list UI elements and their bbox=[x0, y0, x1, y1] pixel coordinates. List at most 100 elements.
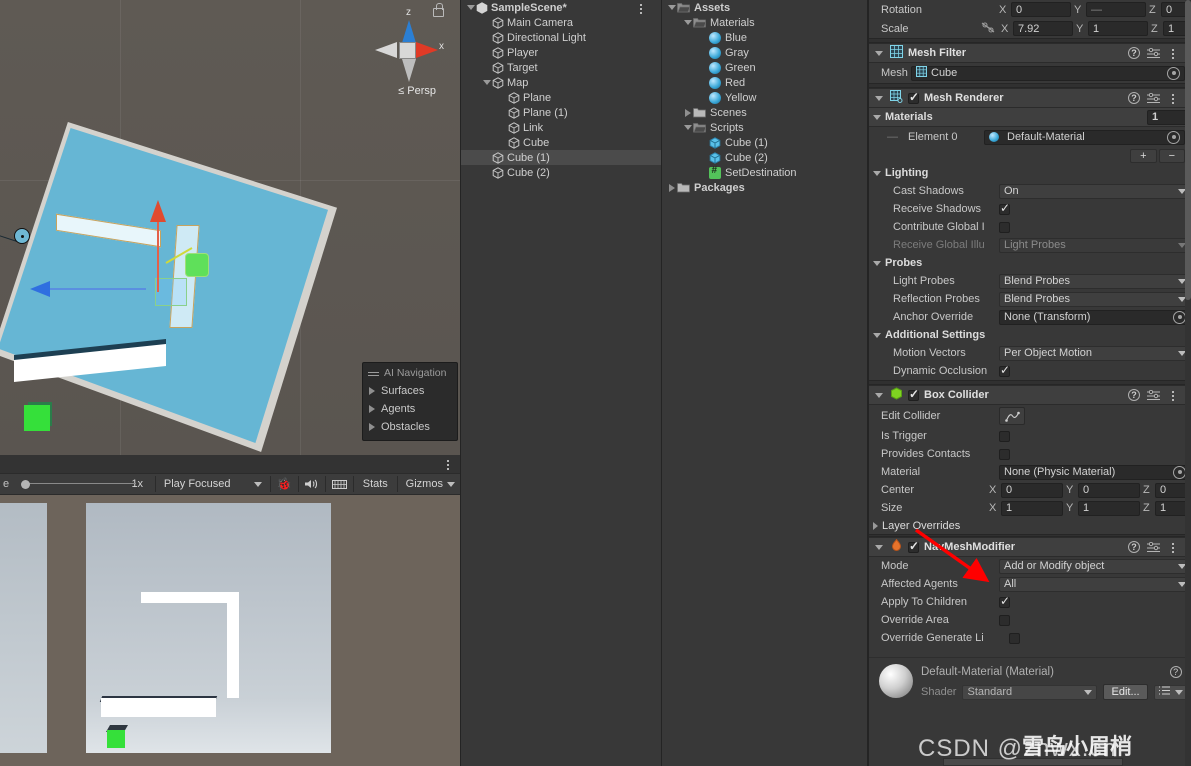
additional-settings-header[interactable]: Additional Settings bbox=[869, 326, 1191, 344]
box-collider-header[interactable]: Box Collider ? bbox=[869, 385, 1191, 405]
object-picker-icon[interactable] bbox=[1167, 130, 1180, 144]
chevron-down-icon[interactable] bbox=[683, 125, 692, 130]
axis-center-cube[interactable] bbox=[399, 42, 416, 59]
anchor-override-row[interactable]: Anchor Override None (Transform) bbox=[869, 308, 1191, 326]
project-panel[interactable]: Assets Materials Blue Gray Green Red Yellow Sce… bbox=[662, 0, 868, 766]
anchor-override-field[interactable]: None (Transform) bbox=[999, 309, 1191, 325]
size-y-field[interactable]: 1 bbox=[1078, 500, 1140, 516]
hierarchy-item[interactable]: Cube (1) bbox=[461, 150, 661, 165]
size-x-field[interactable]: 1 bbox=[1001, 500, 1063, 516]
chevron-down-icon[interactable] bbox=[875, 392, 883, 398]
mesh-object-field[interactable]: Cube bbox=[911, 65, 1185, 81]
dynamic-occlusion-checkbox[interactable] bbox=[999, 363, 1010, 377]
materials-section-header[interactable]: Materials 1 bbox=[869, 108, 1191, 127]
chevron-down-icon[interactable] bbox=[482, 80, 491, 85]
component-menu-icon[interactable] bbox=[1167, 540, 1179, 554]
chevron-right-icon[interactable] bbox=[369, 405, 375, 413]
axis-z-cone[interactable] bbox=[402, 20, 416, 43]
hierarchy-item[interactable]: Link bbox=[461, 120, 661, 135]
hierarchy-tree[interactable]: SampleScene* Main Camera Directional Light… bbox=[461, 0, 661, 180]
scene-player-cube[interactable] bbox=[24, 405, 50, 431]
hierarchy-item[interactable]: Map bbox=[461, 75, 661, 90]
axis-neg-z-cone[interactable] bbox=[402, 59, 416, 82]
preset-icon[interactable] bbox=[1147, 47, 1160, 60]
constrain-proportions-icon[interactable] bbox=[981, 21, 995, 36]
mesh-renderer-enabled-checkbox[interactable] bbox=[908, 90, 919, 104]
probes-section-header[interactable]: Probes bbox=[869, 254, 1191, 272]
hierarchy-item[interactable]: SampleScene* bbox=[461, 0, 661, 15]
project-item[interactable]: Cube (2) bbox=[662, 150, 867, 165]
mesh-renderer-header[interactable]: Mesh Renderer ? bbox=[869, 88, 1191, 108]
chevron-right-icon[interactable] bbox=[668, 183, 675, 192]
project-item[interactable]: Gray bbox=[662, 45, 867, 60]
move-gizmo-y-axis[interactable] bbox=[157, 210, 159, 292]
project-item[interactable]: Green bbox=[662, 60, 867, 75]
is-trigger-row[interactable]: Is Trigger bbox=[869, 427, 1191, 445]
stats-grid-icon[interactable] bbox=[329, 473, 350, 495]
hierarchy-panel[interactable]: SampleScene* Main Camera Directional Light… bbox=[460, 0, 662, 766]
reflection-probes-dropdown[interactable]: Blend Probes bbox=[999, 291, 1191, 307]
chevron-down-icon[interactable] bbox=[873, 260, 881, 266]
panel-menu-icon[interactable] bbox=[442, 457, 454, 471]
project-item[interactable]: Scripts bbox=[662, 120, 867, 135]
rotation-x-field[interactable]: 0 bbox=[1011, 2, 1071, 17]
chevron-down-icon[interactable] bbox=[253, 481, 262, 487]
add-material-button[interactable]: + bbox=[1130, 148, 1157, 163]
overlay-item-obstacles[interactable]: Obstacles bbox=[363, 418, 457, 436]
cast-shadows-row[interactable]: Cast Shadows On bbox=[869, 182, 1191, 200]
rotation-y-field[interactable]: — bbox=[1086, 2, 1146, 17]
material-element-row[interactable]: — Element 0 Default-Material bbox=[869, 127, 1191, 147]
receive-shadows-row[interactable]: Receive Shadows bbox=[869, 200, 1191, 218]
mesh-filter-header[interactable]: Mesh Filter ? bbox=[869, 43, 1191, 63]
inspector-scrollbar[interactable] bbox=[1185, 0, 1191, 766]
project-item[interactable]: Packages bbox=[662, 180, 867, 195]
hierarchy-item[interactable]: Plane (1) bbox=[461, 105, 661, 120]
gizmos-dropdown[interactable]: Gizmos bbox=[401, 478, 460, 490]
material-preview-panel[interactable]: Default-Material (Material) ? Shader Sta… bbox=[869, 658, 1191, 702]
mode-dropdown[interactable]: Add or Modify object bbox=[999, 558, 1191, 574]
move-gizmo-x-axis[interactable] bbox=[38, 288, 146, 290]
chevron-down-icon[interactable] bbox=[1084, 689, 1093, 695]
override-area-row[interactable]: Override Area bbox=[869, 611, 1191, 629]
chevron-down-icon[interactable] bbox=[873, 170, 881, 176]
ai-navigation-header[interactable]: AI Navigation bbox=[363, 365, 457, 382]
shader-edit-button[interactable]: Edit... bbox=[1103, 684, 1148, 700]
motion-vectors-dropdown[interactable]: Per Object Motion bbox=[999, 345, 1191, 361]
chevron-right-icon[interactable] bbox=[369, 423, 375, 431]
chevron-right-icon[interactable] bbox=[684, 108, 691, 117]
project-item[interactable]: Yellow bbox=[662, 90, 867, 105]
hierarchy-item[interactable]: Target bbox=[461, 60, 661, 75]
reorder-handle-icon[interactable]: — bbox=[887, 131, 898, 143]
chevron-down-icon[interactable] bbox=[875, 544, 883, 550]
provides-contacts-row[interactable]: Provides Contacts bbox=[869, 445, 1191, 463]
transform-scale-row[interactable]: Scale X 7.92 Y 1 Z 1 bbox=[869, 19, 1191, 38]
dynamic-occlusion-row[interactable]: Dynamic Occlusion bbox=[869, 362, 1191, 380]
chevron-down-icon[interactable] bbox=[875, 50, 883, 56]
remove-material-button[interactable]: − bbox=[1158, 148, 1185, 163]
override-generate-row[interactable]: Override Generate Li bbox=[869, 629, 1191, 647]
mesh-filter-mesh-row[interactable]: Mesh Cube bbox=[869, 63, 1191, 83]
preset-icon[interactable] bbox=[1147, 389, 1160, 402]
mute-audio-icon[interactable] bbox=[301, 473, 322, 495]
is-trigger-checkbox[interactable] bbox=[999, 430, 1010, 442]
scale-slider[interactable] bbox=[14, 477, 137, 491]
project-tree[interactable]: Assets Materials Blue Gray Green Red Yellow Sce… bbox=[662, 0, 867, 195]
edit-collider-button[interactable] bbox=[999, 407, 1025, 425]
material-object-field[interactable]: Default-Material bbox=[984, 129, 1185, 145]
shader-options-dropdown[interactable] bbox=[1153, 684, 1188, 700]
scene-target-cube[interactable] bbox=[186, 254, 208, 276]
chevron-right-icon[interactable] bbox=[873, 521, 878, 530]
physic-material-row[interactable]: Material None (Physic Material) bbox=[869, 463, 1191, 481]
transform-rotation-row[interactable]: Rotation X 0 Y — Z 0 bbox=[869, 0, 1191, 19]
chevron-down-icon[interactable] bbox=[667, 5, 676, 10]
reflection-probes-row[interactable]: Reflection Probes Blend Probes bbox=[869, 290, 1191, 308]
materials-size-field[interactable]: 1 bbox=[1147, 109, 1187, 125]
move-gizmo-x-arrow[interactable] bbox=[30, 281, 50, 297]
chevron-right-icon[interactable] bbox=[369, 387, 375, 395]
help-icon[interactable]: ? bbox=[1128, 389, 1140, 401]
center-x-field[interactable]: 0 bbox=[1001, 482, 1063, 498]
physic-material-field[interactable]: None (Physic Material) bbox=[999, 464, 1191, 480]
chevron-down-icon[interactable] bbox=[873, 332, 881, 338]
lighting-section-header[interactable]: Lighting bbox=[869, 164, 1191, 182]
project-item[interactable]: SetDestination bbox=[662, 165, 867, 180]
